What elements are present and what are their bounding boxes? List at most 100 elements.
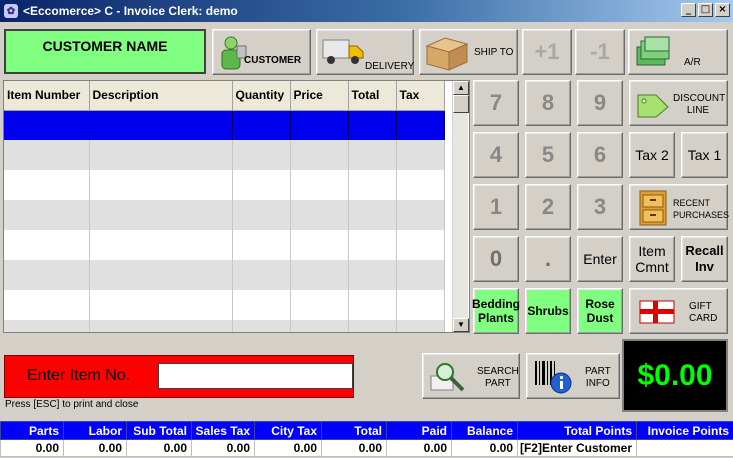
column-header[interactable]: Tax — [396, 81, 445, 111]
gift-card-icon — [639, 300, 675, 324]
total-points-value[interactable]: [F2]Enter Customer — [517, 439, 637, 457]
recent-purchases-label: RECENT PURCHASES — [673, 198, 730, 220]
gift-card-label: GIFT CARD — [689, 301, 718, 324]
total-points-header: Total Points — [517, 421, 637, 440]
magnifier-icon — [430, 363, 465, 392]
customer-name-display[interactable]: CUSTOMER NAME — [4, 29, 206, 74]
column-header[interactable]: Item Number — [4, 81, 90, 111]
gift-card-button[interactable]: GIFT CARD — [629, 288, 728, 334]
enter-button[interactable]: Enter — [577, 236, 623, 282]
ar-button-label: A/R — [684, 57, 701, 68]
parts-header: Parts — [0, 421, 64, 440]
table-header-row: Item Number Description Quantity Price T… — [4, 81, 445, 111]
key-0[interactable]: 0 — [473, 236, 519, 282]
scroll-down-button[interactable]: ▼ — [453, 318, 469, 332]
title-bar: ✿ <Eccomerce> C - Invoice Clerk: demo _ … — [0, 0, 733, 22]
table-row[interactable] — [4, 290, 445, 320]
delivery-button[interactable]: DELIVERY — [316, 29, 414, 75]
item-entry-label: Enter Item No. — [27, 367, 131, 384]
tax2-button[interactable]: Tax 2 — [629, 132, 675, 178]
balance-header: Balance — [451, 421, 518, 440]
key-9[interactable]: 9 — [577, 80, 623, 126]
discount-line-label: DISCOUNT LINE — [673, 93, 726, 116]
paid-header: Paid — [386, 421, 452, 440]
part-info-button[interactable]: PART INFO — [526, 353, 620, 399]
column-header[interactable]: Quantity — [232, 81, 291, 111]
balance-value: 0.00 — [451, 439, 518, 457]
key-1[interactable]: 1 — [473, 184, 519, 230]
totals-values-row: 0.00 0.00 0.00 0.00 0.00 0.00 0.00 0.00 … — [0, 439, 733, 457]
key-2[interactable]: 2 — [525, 184, 571, 230]
maximize-button[interactable]: □ — [698, 3, 713, 17]
table-row[interactable] — [4, 320, 445, 332]
ship-to-button-label: SHIP TO — [474, 47, 514, 58]
table-row[interactable] — [4, 230, 445, 260]
search-part-label: SEARCH PART — [477, 366, 519, 389]
rose-dust-label: Rose Dust — [585, 297, 615, 325]
window-controls: _ □ × — [681, 3, 730, 17]
recent-purchases-button[interactable]: RECENT PURCHASES — [629, 184, 730, 230]
customer-button-label: CUSTOMER — [244, 55, 302, 66]
paid-value: 0.00 — [386, 439, 452, 457]
recall-invoice-label: Recall Inv — [685, 243, 724, 274]
totals-header-row: Parts Labor Sub Total Sales Tax City Tax… — [0, 421, 733, 440]
search-part-button[interactable]: SEARCH PART — [422, 353, 520, 399]
table-row[interactable] — [4, 170, 445, 200]
part-info-label: PART INFO — [585, 366, 611, 389]
sales-tax-value: 0.00 — [191, 439, 255, 457]
bedding-plants-button[interactable]: Bedding Plants — [472, 288, 520, 334]
key-8[interactable]: 8 — [525, 80, 571, 126]
delivery-button-label: DELIVERY — [365, 61, 415, 72]
key-5[interactable]: 5 — [525, 132, 571, 178]
minus-one-button[interactable]: -1 — [575, 29, 625, 75]
table-row[interactable] — [4, 200, 445, 230]
item-entry-panel: Enter Item No. — [4, 355, 354, 398]
app-icon: ✿ — [4, 4, 18, 18]
close-button[interactable]: × — [715, 3, 730, 17]
key-4[interactable]: 4 — [473, 132, 519, 178]
scroll-thumb[interactable] — [453, 95, 469, 113]
column-header[interactable]: Description — [89, 81, 233, 111]
recall-invoice-button[interactable]: Recall Inv — [681, 236, 728, 282]
labor-header: Labor — [63, 421, 127, 440]
esc-hint: Press [ESC] to print and close — [5, 399, 139, 410]
shrubs-button[interactable]: Shrubs — [525, 288, 571, 334]
key-7[interactable]: 7 — [473, 80, 519, 126]
table-row[interactable] — [4, 140, 445, 170]
plus-one-button[interactable]: +1 — [522, 29, 572, 75]
minimize-button[interactable]: _ — [681, 3, 696, 17]
bedding-plants-label: Bedding Plants — [472, 297, 520, 325]
subtotal-header: Sub Total — [126, 421, 192, 440]
discount-line-button[interactable]: DISCOUNT LINE — [629, 80, 728, 126]
invoice-points-value — [636, 439, 733, 457]
key-6[interactable]: 6 — [577, 132, 623, 178]
key-dot[interactable]: . — [525, 236, 571, 282]
table-row[interactable] — [4, 110, 445, 140]
item-number-input[interactable] — [158, 363, 353, 389]
file-cabinet-icon — [639, 190, 667, 226]
money-icon — [636, 36, 670, 66]
customer-button[interactable]: CUSTOMER — [212, 29, 311, 75]
discount-tag-icon — [637, 94, 669, 118]
item-comment-label: Item Cmnt — [635, 243, 669, 275]
total-value: 0.00 — [321, 439, 387, 457]
ship-to-button[interactable]: SHIP TO — [419, 29, 518, 75]
ar-button[interactable]: A/R — [628, 29, 728, 75]
invoice-points-header: Invoice Points — [636, 421, 733, 440]
table-row[interactable] — [4, 260, 445, 290]
tax1-button[interactable]: Tax 1 — [681, 132, 728, 178]
column-header[interactable]: Total — [348, 81, 397, 111]
item-comment-button[interactable]: Item Cmnt — [629, 236, 675, 282]
column-header[interactable]: Price — [290, 81, 349, 111]
vertical-scrollbar[interactable]: ▲ ▼ — [452, 81, 469, 332]
window-title: <Eccomerce> C - Invoice Clerk: demo — [23, 4, 238, 18]
truck-icon — [322, 39, 364, 64]
rose-dust-button[interactable]: Rose Dust — [577, 288, 623, 334]
key-3[interactable]: 3 — [577, 184, 623, 230]
scroll-up-button[interactable]: ▲ — [453, 81, 469, 95]
sales-tax-header: Sales Tax — [191, 421, 255, 440]
invoice-items-table[interactable]: Item Number Description Quantity Price T… — [3, 80, 470, 333]
barcode-info-icon — [535, 361, 572, 394]
city-tax-header: City Tax — [254, 421, 322, 440]
parts-value: 0.00 — [0, 439, 64, 457]
